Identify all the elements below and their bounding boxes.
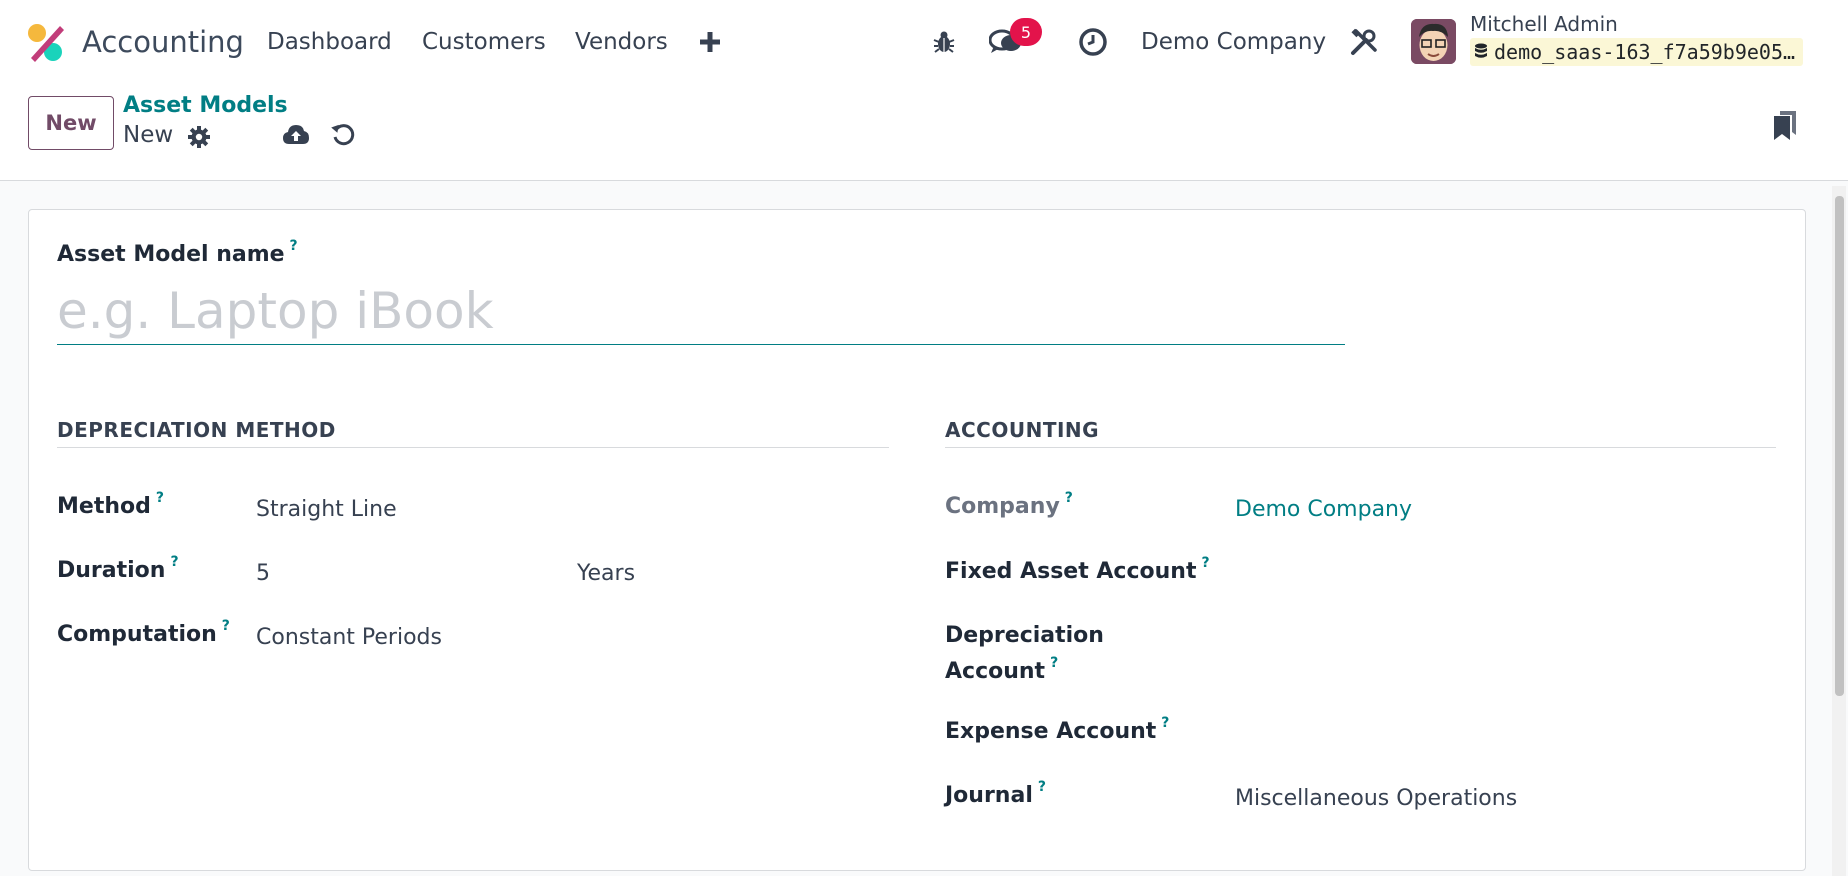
messages-badge: 5 bbox=[1010, 18, 1042, 46]
asset-model-name-input[interactable] bbox=[57, 278, 1345, 345]
depreciation-account-label-line1: Depreciation bbox=[945, 623, 1104, 648]
journal-field[interactable]: Miscellaneous Operations bbox=[1235, 786, 1517, 811]
help-icon[interactable]: ? bbox=[1201, 555, 1209, 571]
help-icon[interactable]: ? bbox=[290, 238, 298, 254]
plus-icon[interactable] bbox=[699, 0, 721, 84]
tools-icon[interactable] bbox=[1350, 0, 1378, 84]
duration-number-field[interactable]: 5 bbox=[256, 561, 270, 586]
company-label: Company? bbox=[945, 490, 1073, 519]
new-button[interactable]: New bbox=[28, 96, 114, 150]
section-title-accounting: ACCOUNTING bbox=[945, 418, 1100, 442]
breadcrumb-current: New bbox=[123, 122, 174, 148]
scrollbar-thumb[interactable] bbox=[1835, 196, 1844, 696]
method-label: Method? bbox=[57, 490, 164, 519]
control-panel: New Asset Models New bbox=[0, 85, 1848, 181]
help-icon[interactable]: ? bbox=[1038, 779, 1046, 795]
menu-customers[interactable]: Customers bbox=[422, 0, 546, 84]
help-icon[interactable]: ? bbox=[1065, 490, 1073, 506]
bug-icon[interactable] bbox=[932, 0, 956, 84]
depreciation-account-field[interactable] bbox=[1235, 625, 1775, 655]
clock-icon[interactable] bbox=[1078, 0, 1108, 84]
depreciation-account-label-line2: Account? bbox=[945, 655, 1059, 684]
section-divider bbox=[945, 447, 1776, 448]
asset-model-name-label: Asset Model name? bbox=[57, 238, 298, 267]
avatar[interactable] bbox=[1411, 19, 1456, 64]
database-icon bbox=[1474, 43, 1488, 61]
duration-unit-field[interactable]: Years bbox=[577, 561, 635, 586]
help-icon[interactable]: ? bbox=[156, 490, 164, 506]
user-name[interactable]: Mitchell Admin bbox=[1470, 12, 1618, 36]
help-icon[interactable]: ? bbox=[170, 554, 178, 570]
help-icon[interactable]: ? bbox=[1050, 655, 1058, 671]
app-name[interactable]: Accounting bbox=[82, 0, 244, 84]
discard-icon[interactable] bbox=[331, 123, 355, 151]
top-navbar: Accounting Dashboard Customers Vendors 5… bbox=[0, 0, 1848, 85]
company-field[interactable]: Demo Company bbox=[1235, 497, 1412, 522]
section-title-depreciation: DEPRECIATION METHOD bbox=[57, 418, 336, 442]
help-icon[interactable]: ? bbox=[1161, 715, 1169, 731]
journal-label: Journal? bbox=[945, 779, 1046, 808]
bookmark-icon[interactable] bbox=[1772, 109, 1798, 145]
fixed-asset-account-field[interactable] bbox=[1235, 559, 1775, 589]
database-name: demo_saas-163_f7a59b9e05… bbox=[1494, 40, 1796, 64]
computation-field[interactable]: Constant Periods bbox=[256, 625, 442, 650]
method-field[interactable]: Straight Line bbox=[256, 497, 397, 522]
help-icon[interactable]: ? bbox=[222, 618, 230, 634]
expense-account-field[interactable] bbox=[1235, 719, 1775, 749]
breadcrumb-asset-models[interactable]: Asset Models bbox=[123, 93, 288, 118]
fixed-asset-account-label: Fixed Asset Account? bbox=[945, 555, 1210, 584]
menu-dashboard[interactable]: Dashboard bbox=[267, 0, 392, 84]
duration-label: Duration? bbox=[57, 554, 179, 583]
gear-icon[interactable] bbox=[187, 125, 211, 153]
computation-label: Computation? bbox=[57, 618, 230, 647]
apps-logo-icon[interactable] bbox=[26, 0, 66, 84]
expense-account-label: Expense Account? bbox=[945, 715, 1170, 744]
menu-vendors[interactable]: Vendors bbox=[575, 0, 668, 84]
section-divider bbox=[57, 447, 889, 448]
database-chip[interactable]: demo_saas-163_f7a59b9e05… bbox=[1470, 38, 1804, 66]
company-switcher[interactable]: Demo Company bbox=[1141, 0, 1326, 84]
cloud-upload-icon[interactable] bbox=[282, 123, 310, 151]
